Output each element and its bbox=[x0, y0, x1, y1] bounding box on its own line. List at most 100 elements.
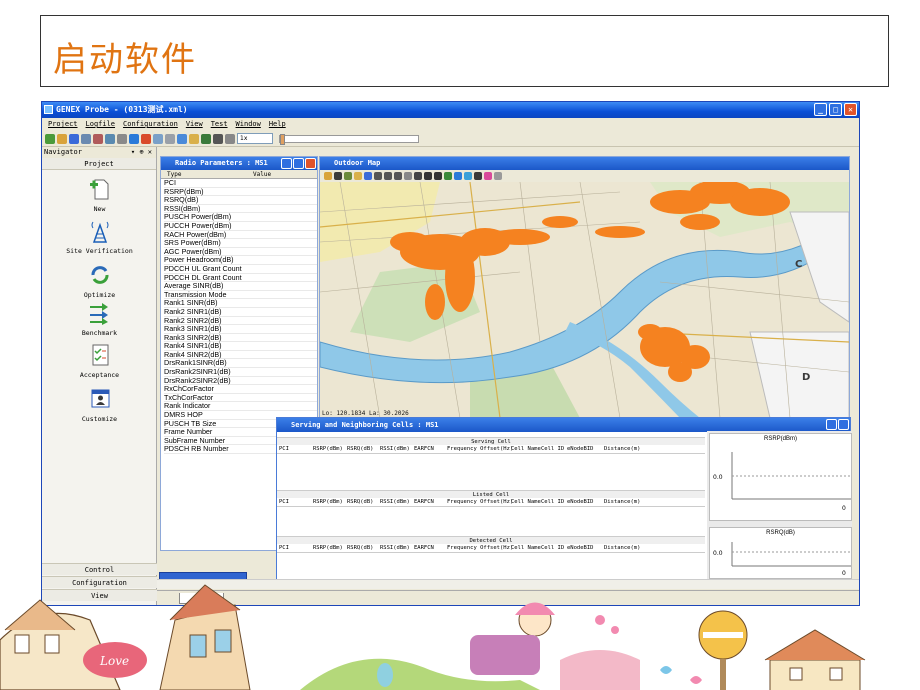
cells-column-header[interactable]: Cell Name bbox=[511, 498, 541, 507]
replay-slider[interactable] bbox=[279, 133, 419, 145]
record-icon[interactable] bbox=[93, 133, 103, 144]
panel-minimize-button[interactable] bbox=[281, 158, 292, 169]
cells-column-header[interactable]: Distance(m) bbox=[604, 544, 640, 553]
cells-column-header[interactable]: Frequency Offset(Hz) bbox=[447, 445, 513, 454]
nav-item-optimize[interactable]: Optimize bbox=[42, 263, 157, 299]
replay-slider-knob[interactable] bbox=[280, 133, 285, 145]
cells-column-header[interactable]: EARFCN bbox=[414, 544, 434, 553]
menu-help[interactable]: Help bbox=[269, 118, 286, 131]
new-project-icon[interactable] bbox=[45, 133, 55, 144]
cells-column-header[interactable]: RSSI(dBm) bbox=[380, 498, 410, 507]
open-project-icon[interactable] bbox=[57, 133, 67, 144]
window-titlebar[interactable]: GENEX Probe - (0313测试.xml) _ □ ✕ bbox=[42, 102, 859, 118]
step-icon[interactable] bbox=[225, 133, 235, 144]
cells-column-header[interactable]: Distance(m) bbox=[604, 445, 640, 454]
stop-icon[interactable] bbox=[141, 133, 151, 144]
pause-icon[interactable] bbox=[213, 133, 223, 144]
refresh-icon[interactable] bbox=[177, 133, 187, 144]
cells-column-header[interactable]: Frequency Offset(Hz) bbox=[447, 544, 513, 553]
folder-icon[interactable] bbox=[189, 133, 199, 144]
cells-column-header[interactable]: RSSI(dBm) bbox=[380, 445, 410, 454]
menu-logfile[interactable]: Logfile bbox=[86, 118, 116, 131]
navigator-section-project[interactable]: Project bbox=[42, 158, 156, 170]
cells-column-header[interactable]: Frequency Offset(Hz) bbox=[447, 498, 513, 507]
cells-column-header[interactable]: RSRP(dBm) bbox=[313, 445, 343, 454]
col-value[interactable]: Value bbox=[253, 170, 271, 179]
device-icon[interactable] bbox=[117, 133, 127, 144]
cells-column-header[interactable]: RSSI(dBm) bbox=[380, 544, 410, 553]
play-icon[interactable] bbox=[201, 133, 211, 144]
panel-maximize-button[interactable] bbox=[293, 158, 304, 169]
cells-column-header[interactable]: eNodeBID bbox=[567, 544, 594, 553]
cells-column-header[interactable]: RSRQ(dB) bbox=[347, 544, 374, 553]
cells-column-header[interactable]: RSRP(dBm) bbox=[313, 498, 343, 507]
distance-icon[interactable] bbox=[414, 172, 422, 180]
cells-column-header[interactable]: Cell Name bbox=[511, 445, 541, 454]
detected-cell-header: PCI RSRP(dBm) RSRQ(dB) RSSI(dBm) EARFCN Frequ… bbox=[277, 544, 705, 553]
connect-icon[interactable] bbox=[105, 133, 115, 144]
map-import-icon[interactable] bbox=[354, 172, 362, 180]
globe-icon[interactable] bbox=[129, 133, 139, 144]
nav-item-site-verification[interactable]: Site Verification bbox=[42, 219, 157, 255]
cells-column-header[interactable]: Cell ID bbox=[541, 445, 564, 454]
import-icon[interactable] bbox=[81, 133, 91, 144]
nav-item-customize[interactable]: Customize bbox=[42, 387, 157, 423]
nav-item-acceptance[interactable]: Acceptance bbox=[42, 343, 157, 379]
panel-close-button[interactable] bbox=[305, 158, 316, 169]
cells-column-header[interactable]: RSRQ(dB) bbox=[347, 445, 374, 454]
clear-icon[interactable] bbox=[494, 172, 502, 180]
cells-column-header[interactable]: Cell ID bbox=[541, 544, 564, 553]
site-icon[interactable] bbox=[444, 172, 452, 180]
grid-icon[interactable] bbox=[474, 172, 482, 180]
cells-column-header[interactable]: EARFCN bbox=[414, 498, 434, 507]
cells-column-header[interactable]: EARFCN bbox=[414, 445, 434, 454]
menu-view[interactable]: View bbox=[186, 118, 203, 131]
settings-icon[interactable] bbox=[153, 133, 163, 144]
navigator-controls[interactable]: ▾ ⊕ ✕ bbox=[131, 147, 152, 158]
cells-column-header[interactable]: PCI bbox=[279, 544, 289, 553]
map-open-icon[interactable] bbox=[324, 172, 332, 180]
cells-column-header[interactable]: PCI bbox=[279, 498, 289, 507]
cells-column-header[interactable]: eNodeBID bbox=[567, 498, 594, 507]
nav-item-benchmark[interactable]: Benchmark bbox=[42, 301, 157, 337]
legend-icon[interactable] bbox=[454, 172, 462, 180]
cells-column-header[interactable]: Cell ID bbox=[541, 498, 564, 507]
map-globe-icon[interactable] bbox=[364, 172, 372, 180]
cells-maximize-button[interactable] bbox=[826, 419, 837, 430]
map-graphic[interactable]: C D bbox=[320, 182, 849, 418]
map-layer-icon[interactable] bbox=[344, 172, 352, 180]
cells-column-header[interactable]: RSRP(dBm) bbox=[313, 544, 343, 553]
select-arrow-icon[interactable] bbox=[424, 172, 432, 180]
cells-column-header[interactable]: PCI bbox=[279, 445, 289, 454]
zoom-out-icon[interactable] bbox=[384, 172, 392, 180]
outdoor-map-titlebar[interactable]: Outdoor Map bbox=[320, 157, 849, 170]
slide: 启动软件 GENEX Probe - (0313测试.xml) _ □ ✕ Pr… bbox=[0, 0, 920, 690]
info-icon[interactable] bbox=[464, 172, 472, 180]
menu-window[interactable]: Window bbox=[236, 118, 261, 131]
close-button[interactable]: ✕ bbox=[844, 103, 857, 116]
cells-titlebar[interactable]: Serving and Neighboring Cells : MS1 bbox=[277, 418, 850, 432]
map-canvas[interactable]: C D Lo: 120.1834 La: 30.2026 bbox=[320, 182, 849, 418]
zoom-select[interactable]: 1x bbox=[237, 133, 273, 144]
map-save-icon[interactable] bbox=[334, 172, 342, 180]
cells-restore-button[interactable] bbox=[838, 419, 849, 430]
cells-column-header[interactable]: RSRQ(dB) bbox=[347, 498, 374, 507]
cells-column-header[interactable]: Cell Name bbox=[511, 544, 541, 553]
cells-column-header[interactable]: eNodeBID bbox=[567, 445, 594, 454]
menu-project[interactable]: Project bbox=[48, 118, 78, 131]
filter-icon[interactable] bbox=[484, 172, 492, 180]
zoom-in-icon[interactable] bbox=[374, 172, 382, 180]
nav-item-new[interactable]: New bbox=[42, 177, 157, 213]
menu-test[interactable]: Test bbox=[211, 118, 228, 131]
radio-parameters-titlebar[interactable]: Radio Parameters : MS1 bbox=[161, 157, 317, 170]
save-icon[interactable] bbox=[69, 133, 79, 144]
maximize-button[interactable]: □ bbox=[829, 103, 842, 116]
menu-configuration[interactable]: Configuration bbox=[123, 118, 178, 131]
cells-column-header[interactable]: Distance(m) bbox=[604, 498, 640, 507]
layout-icon[interactable] bbox=[165, 133, 175, 144]
minimize-button[interactable]: _ bbox=[814, 103, 827, 116]
col-type[interactable]: Type bbox=[167, 170, 181, 179]
zoom-search-icon[interactable] bbox=[394, 172, 402, 180]
select-cell-icon[interactable] bbox=[434, 172, 442, 180]
pan-hand-icon[interactable] bbox=[404, 172, 412, 180]
